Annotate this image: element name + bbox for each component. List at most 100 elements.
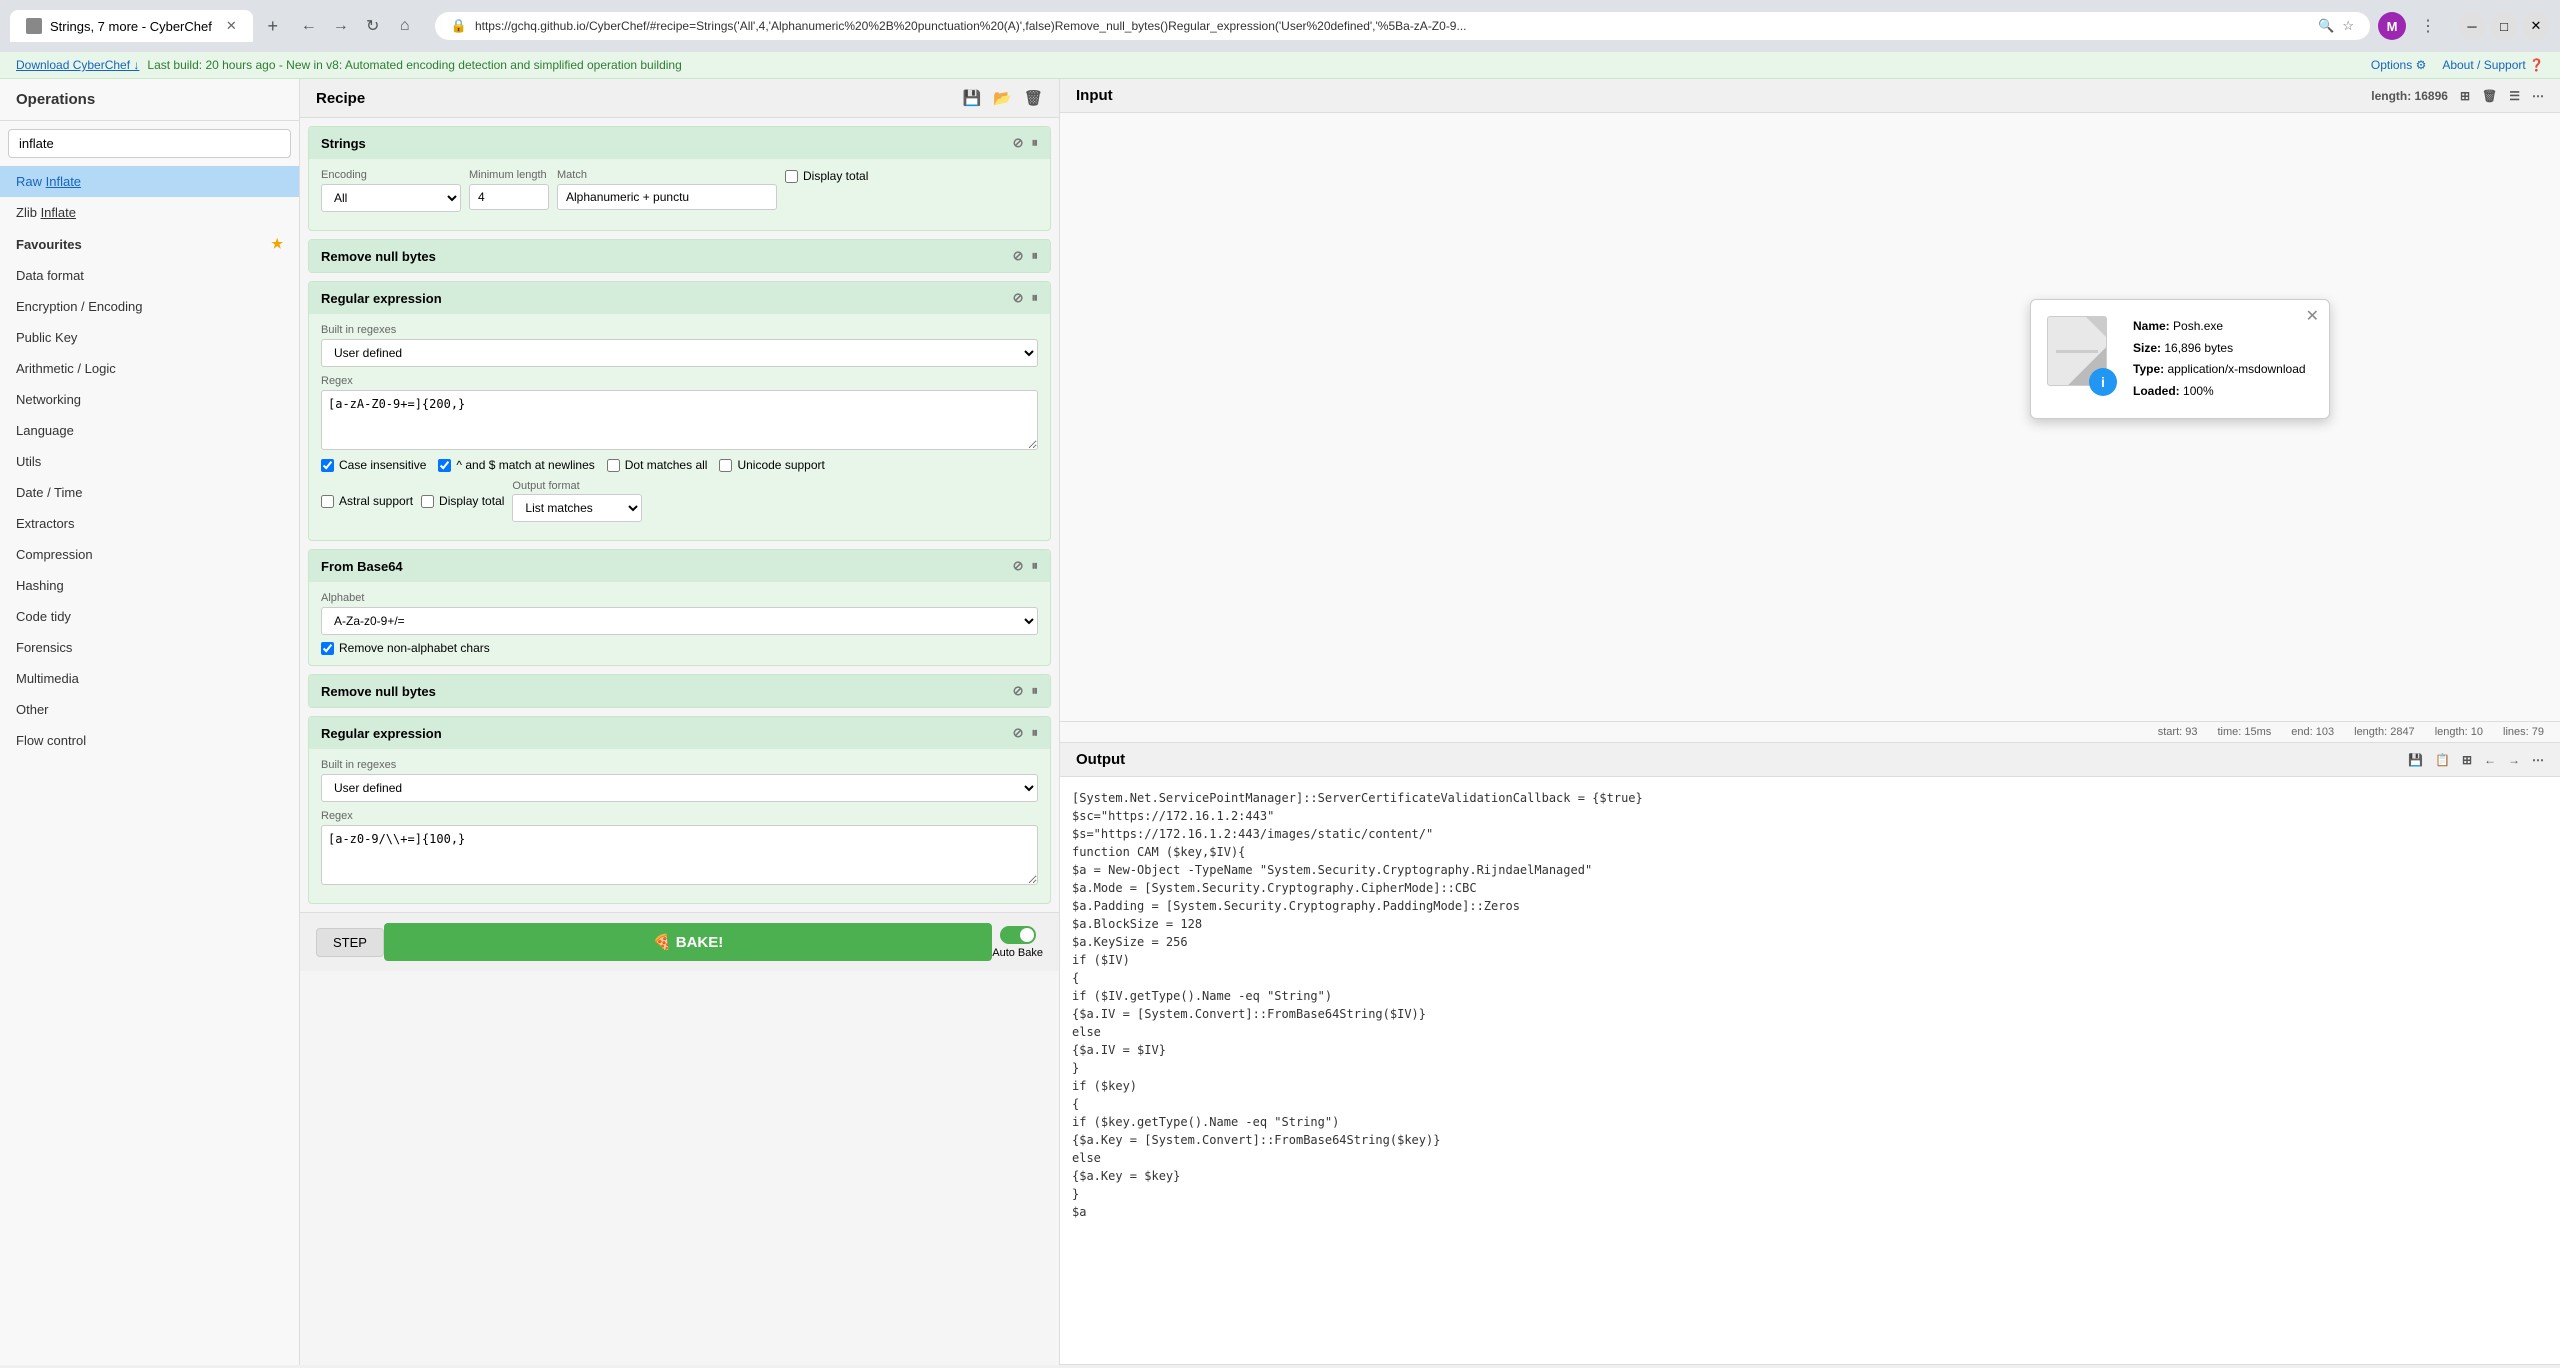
home-button[interactable]: ⌂ [391, 12, 419, 40]
step-remove-null-1-disable-icon[interactable]: ⊘ [1013, 248, 1024, 264]
sidebar-item-date-time[interactable]: Date / Time [0, 477, 299, 508]
save-recipe-icon[interactable]: 💾 [963, 89, 982, 107]
sidebar-item-public-key[interactable]: Public Key [0, 322, 299, 353]
reload-button[interactable]: ↻ [359, 12, 387, 40]
sidebar-item-networking[interactable]: Networking [0, 384, 299, 415]
encoding-select[interactable]: All [321, 184, 461, 212]
output-save-icon[interactable]: 💾 [2408, 753, 2423, 767]
regex-label-2: Regex [321, 810, 1038, 822]
star-icon[interactable]: ☆ [2342, 18, 2354, 34]
file-name-label: Name: [2133, 319, 2170, 333]
menu-button[interactable]: ⋮ [2414, 12, 2442, 40]
file-popup-close-icon[interactable]: ✕ [2306, 306, 2319, 326]
sidebar-item-utils[interactable]: Utils [0, 446, 299, 477]
unicode-input[interactable] [719, 459, 732, 472]
alphabet-select[interactable]: A-Za-z0-9+/= [321, 607, 1038, 635]
sidebar-item-raw-inflate[interactable]: Raw Inflate [0, 166, 299, 197]
sidebar-item-forensics[interactable]: Forensics [0, 632, 299, 663]
user-avatar[interactable]: M [2378, 12, 2406, 40]
input-content[interactable] [1060, 113, 2560, 721]
display-total-input-regex[interactable] [421, 495, 434, 508]
output-copy-icon[interactable]: 📋 [2435, 753, 2450, 767]
display-total-label-strings: Display total [803, 169, 868, 183]
step-button[interactable]: STEP [316, 928, 384, 957]
regex-textarea-1[interactable]: [a-zA-Z0-9+=]{200,} [321, 390, 1038, 450]
input-layout-icon[interactable]: ☰ [2509, 89, 2520, 103]
sidebar-item-flow-control[interactable]: Flow control [0, 725, 299, 756]
tab-close-icon[interactable]: ✕ [226, 18, 237, 34]
built-in-regexes-select-2[interactable]: User defined [321, 774, 1038, 802]
step-strings-pause-icon[interactable]: ⏸ [1032, 135, 1039, 151]
astral-checkbox[interactable]: Astral support [321, 494, 413, 508]
favourites-star-icon[interactable]: ★ [271, 236, 283, 252]
sidebar-item-code-tidy[interactable]: Code tidy [0, 601, 299, 632]
sidebar-item-other[interactable]: Other [0, 694, 299, 725]
auto-bake-toggle[interactable] [1000, 926, 1036, 944]
search-box [0, 121, 299, 166]
step-regex-2-pause-icon[interactable]: ⏸ [1032, 725, 1039, 741]
step-remove-null-2-pause-icon[interactable]: ⏸ [1032, 683, 1039, 699]
search-icon[interactable]: 🔍 [2318, 18, 2334, 34]
output-format-select[interactable]: List matches [512, 494, 642, 522]
output-content[interactable]: [System.Net.ServicePointManager]::Server… [1060, 777, 2560, 1364]
step-strings-disable-icon[interactable]: ⊘ [1013, 135, 1024, 151]
sidebar-item-data-format[interactable]: Data format [0, 260, 299, 291]
display-total-checkbox-regex[interactable]: Display total [421, 494, 504, 508]
remove-non-alphabet-checkbox[interactable]: Remove non-alphabet chars [321, 641, 1038, 655]
clear-recipe-icon[interactable]: 🗑 [1024, 89, 1043, 107]
sidebar-item-compression[interactable]: Compression [0, 539, 299, 570]
display-total-input-strings[interactable] [785, 170, 798, 183]
forward-button[interactable]: → [327, 12, 355, 40]
min-length-input[interactable] [469, 184, 549, 210]
bake-button[interactable]: 🍕 BAKE! [384, 923, 992, 961]
regex-textarea-2[interactable]: [a-z0-9/\\+=]{100,} [321, 825, 1038, 885]
sidebar-item-encryption[interactable]: Encryption / Encoding [0, 291, 299, 322]
maximize-button[interactable]: □ [2490, 12, 2518, 40]
output-forward-icon[interactable]: → [2508, 753, 2520, 767]
output-new-tab-icon[interactable]: ⊞ [2462, 753, 2472, 767]
step-remove-null-1-pause-icon[interactable]: ⏸ [1032, 248, 1039, 264]
about-support-link[interactable]: About / Support ❓ [2442, 58, 2544, 72]
unicode-checkbox[interactable]: Unicode support [719, 458, 824, 472]
load-recipe-icon[interactable]: 📂 [993, 89, 1012, 107]
output-layout-icon[interactable]: ⋯ [2532, 753, 2544, 767]
input-open-icon[interactable]: ⊞ [2460, 89, 2470, 103]
back-button[interactable]: ← [295, 12, 323, 40]
remove-non-alphabet-input[interactable] [321, 642, 334, 655]
step-from-base64: From Base64 ⊘ ⏸ Alphabet A-Za-z0-9+/= [308, 549, 1051, 666]
step-remove-null-2-disable-icon[interactable]: ⊘ [1013, 683, 1024, 699]
step-regex-1-header: Regular expression ⊘ ⏸ [309, 282, 1050, 314]
input-clear-icon[interactable]: 🗑 [2482, 89, 2497, 103]
astral-input[interactable] [321, 495, 334, 508]
step-from-base64-disable-icon[interactable]: ⊘ [1013, 558, 1024, 574]
new-tab-button[interactable]: + [259, 12, 287, 40]
case-insensitive-checkbox[interactable]: Case insensitive [321, 458, 426, 472]
search-input[interactable] [8, 129, 291, 158]
sidebar-item-hashing[interactable]: Hashing [0, 570, 299, 601]
dot-matches-input[interactable] [607, 459, 620, 472]
step-regex-1-disable-icon[interactable]: ⊘ [1013, 290, 1024, 306]
download-link[interactable]: Download CyberChef ↓ [16, 58, 139, 72]
sidebar-item-extractors[interactable]: Extractors [0, 508, 299, 539]
built-in-regexes-select[interactable]: User defined [321, 339, 1038, 367]
minimize-button[interactable]: ─ [2458, 12, 2486, 40]
step-regex-2-disable-icon[interactable]: ⊘ [1013, 725, 1024, 741]
anchors-match-input[interactable] [438, 459, 451, 472]
options-link[interactable]: Options ⚙ [2371, 58, 2426, 72]
output-back-icon[interactable]: ← [2484, 753, 2496, 767]
sidebar-item-language[interactable]: Language [0, 415, 299, 446]
sidebar-item-arithmetic[interactable]: Arithmetic / Logic [0, 353, 299, 384]
address-bar[interactable]: 🔒 https://gchq.github.io/CyberChef/#reci… [435, 12, 2370, 40]
sidebar-item-zlib-inflate[interactable]: Zlib Inflate [0, 197, 299, 228]
dot-matches-checkbox[interactable]: Dot matches all [607, 458, 708, 472]
input-more-icon[interactable]: ⋯ [2532, 89, 2544, 103]
step-from-base64-pause-icon[interactable]: ⏸ [1032, 558, 1039, 574]
browser-tab[interactable]: Strings, 7 more - CyberChef ✕ [10, 10, 253, 42]
close-button[interactable]: ✕ [2522, 12, 2550, 40]
display-total-checkbox-strings[interactable]: Display total [785, 169, 868, 183]
match-input[interactable] [557, 184, 777, 210]
sidebar-item-multimedia[interactable]: Multimedia [0, 663, 299, 694]
step-regex-1-pause-icon[interactable]: ⏸ [1032, 290, 1039, 306]
case-insensitive-input[interactable] [321, 459, 334, 472]
anchors-match-checkbox[interactable]: ^ and $ match at newlines [438, 458, 594, 472]
